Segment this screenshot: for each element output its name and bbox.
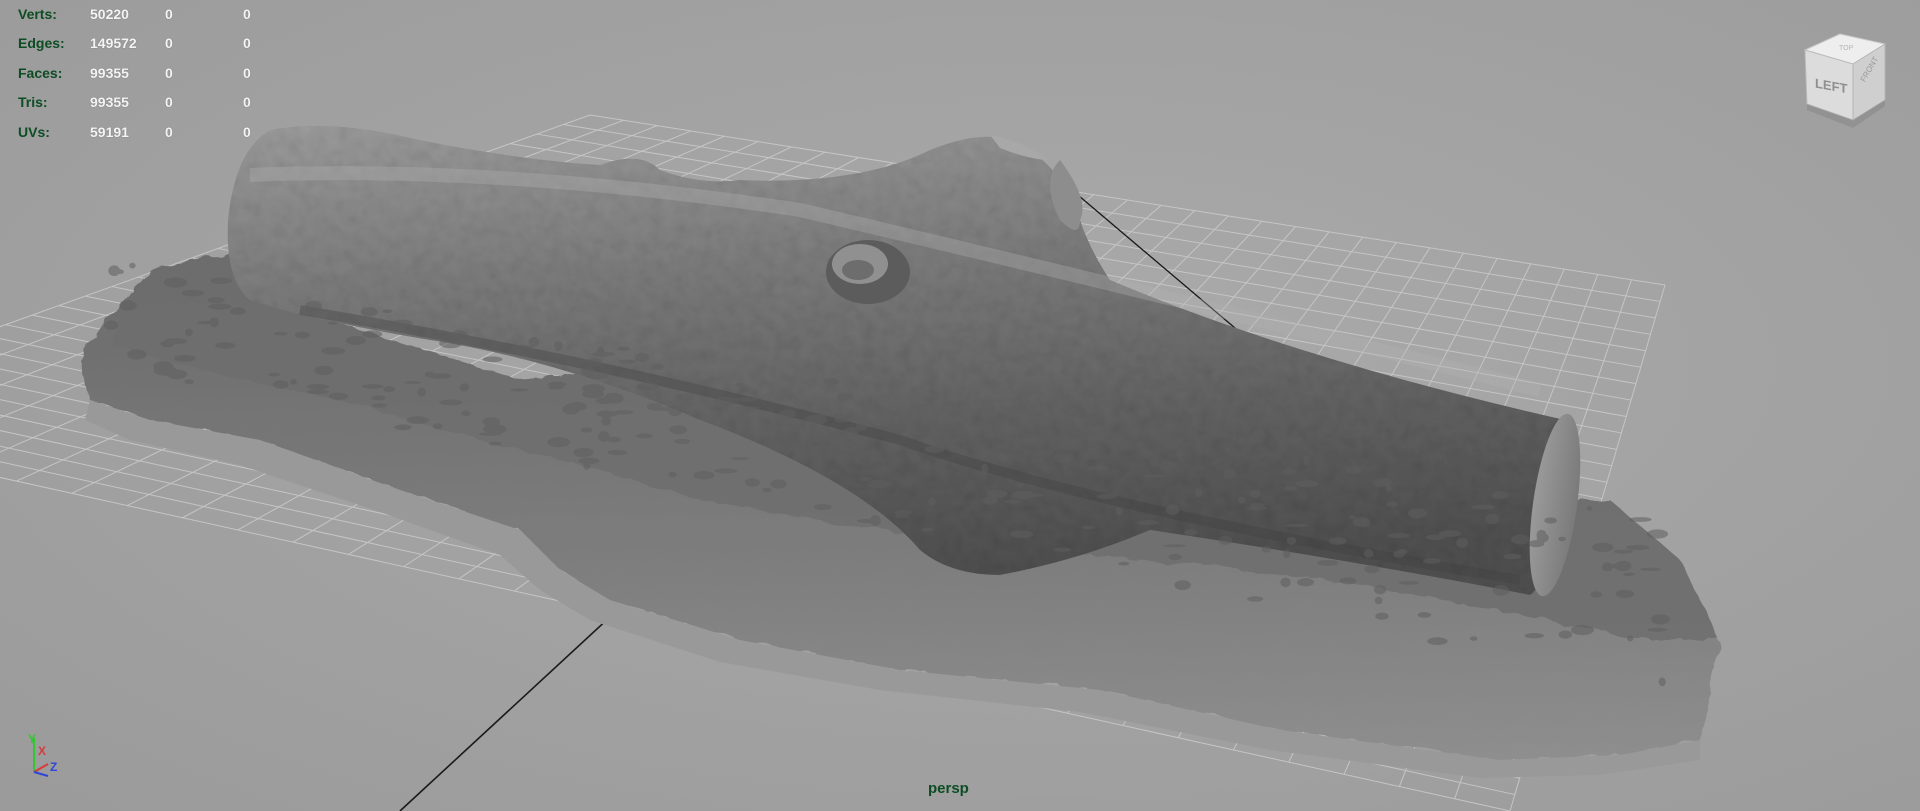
axis-x-label: X: [38, 744, 47, 758]
viewport-panel[interactable]: Verts: 50220 0 0 Edges: 149572 0 0 Faces: 99355 0 0…: [0, 0, 1920, 811]
hud-selected-value: 0: [165, 6, 173, 22]
hud-total-value: 99355: [90, 64, 129, 81]
hud-component-value: 0: [243, 35, 251, 52]
hud-component-value: 0: [243, 6, 251, 22]
svg-text:TOP: TOP: [1839, 45, 1854, 52]
hud-component-value: 0: [243, 123, 251, 140]
hud-total-value: 99355: [90, 94, 129, 111]
branch-knot: [826, 240, 910, 304]
hud-label: Tris:: [18, 94, 48, 111]
camera-name-label: persp: [928, 780, 969, 797]
hud-row: Tris: 99355 0 0: [0, 88, 283, 117]
hud-selected-value: 0: [165, 123, 173, 140]
poly-count-hud: Verts: 50220 0 0 Edges: 149572 0 0 Faces: 99355 0 0…: [0, 0, 283, 147]
hud-total-value: 149572: [90, 35, 137, 52]
hud-selected-value: 0: [165, 64, 173, 81]
hud-row: Verts: 50220 0 0: [0, 0, 283, 29]
axis-z-label: Z: [50, 760, 58, 774]
view-cube-icon[interactable]: LEFT FRONT TOP: [1795, 30, 1895, 140]
axis-y-label: Y: [28, 732, 37, 746]
hud-component-value: 0: [243, 94, 251, 111]
hud-label: Faces:: [18, 64, 63, 81]
scene-canvas[interactable]: [0, 0, 1920, 811]
hud-label: UVs:: [18, 123, 50, 140]
hud-component-value: 0: [243, 64, 251, 81]
hud-total-value: 59191: [90, 123, 129, 140]
hud-label: Edges:: [18, 35, 65, 52]
hud-total-value: 50220: [90, 6, 129, 22]
hud-selected-value: 0: [165, 94, 173, 111]
hud-row: UVs: 59191 0 0: [0, 118, 283, 147]
hud-row: Edges: 149572 0 0: [0, 29, 283, 58]
hud-selected-value: 0: [165, 35, 173, 52]
hud-label: Verts:: [18, 6, 57, 22]
hud-row: Faces: 99355 0 0: [0, 59, 283, 88]
axis-gizmo: Y X Z: [22, 732, 72, 782]
